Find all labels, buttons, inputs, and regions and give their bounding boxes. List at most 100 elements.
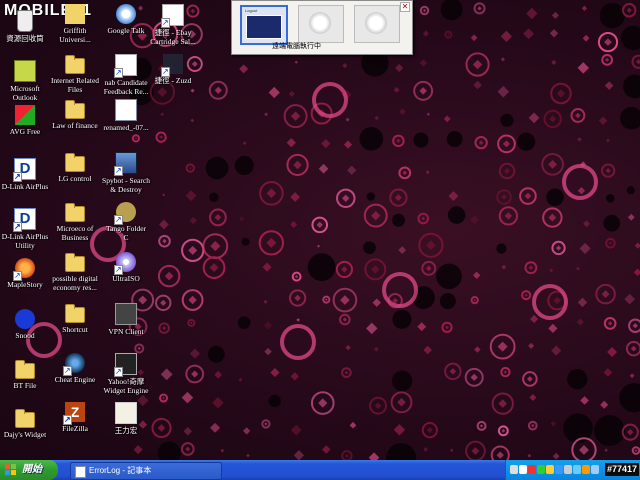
wang-icon [115, 402, 137, 424]
desktop-icon-shortcut-folder[interactable]: Shortcut [46, 303, 104, 347]
close-icon[interactable]: ✕ [400, 2, 410, 12]
clock: #77417 [604, 463, 639, 476]
logout-label: Logout [245, 8, 258, 13]
desktop-icon-label-line: Law of finance [52, 121, 98, 130]
desktop-icon-label: Internet Related Files [46, 76, 104, 94]
desktop-icon-label-line: FileZilla [62, 424, 88, 433]
folder-icon [65, 253, 85, 272]
folder-icon [15, 409, 35, 428]
desktop-icon-label-line: Files [67, 85, 83, 94]
snood-icon [15, 309, 35, 329]
folder-icon [15, 360, 35, 379]
usb-icon[interactable] [591, 465, 599, 474]
screen-icon [246, 15, 282, 39]
desktop[interactable]: MOBILE01 資源回收筒 Griffith Universi... Google … [0, 0, 640, 460]
shield-icon[interactable] [546, 465, 554, 474]
desktop-icon-yahoo-widget-engine[interactable]: Yahoo!奇摩Widget Engine [97, 353, 155, 397]
taskbar-button-label: ErrorLog - 記事本 [89, 466, 152, 475]
desktop-icon-label: FileZilla [46, 424, 104, 433]
griffith-icon [65, 4, 85, 24]
folder-icon [65, 203, 85, 222]
desktop-icon-label-line: VPN Client [108, 327, 144, 336]
zuzd-icon [161, 54, 183, 77]
eject-thumbnail[interactable] [354, 5, 400, 43]
remote-session-popup: Logout 遠端電腦執行中 ✕ [231, 0, 413, 55]
windows-flag-icon [5, 464, 16, 475]
desktop-icon-microeco-of-business[interactable]: Microeco of Business [46, 202, 104, 246]
desktop-icon-label-line: Griffith [63, 26, 87, 35]
folder-icon [65, 55, 85, 74]
desktop-icon-label: Microeco of Business [46, 224, 104, 242]
desktop-icon-label-line: Universi... [59, 35, 91, 44]
desktop-icon-vpn-client[interactable]: VPN Client [97, 303, 155, 347]
gtalk-icon [116, 4, 136, 24]
desktop-icon-label: VPN Client [97, 327, 155, 336]
desktop-icon-label: LG control [46, 174, 104, 183]
desktop-icon-ebay-shortcut[interactable]: 捷徑 - EbayCartridge Sal... [144, 4, 202, 48]
nab-icon [114, 54, 137, 78]
taskbar-button-errorlog[interactable]: ErrorLog - 記事本 [70, 462, 222, 480]
spy-icon [114, 152, 137, 176]
desktop-icon-spybot[interactable]: Spybot - Search& Destroy [97, 152, 155, 196]
desktop-icon-filezilla[interactable]: ZFileZilla [46, 402, 104, 446]
desktop-icon-label: Yahoo!奇摩 Widget Engine [97, 377, 155, 395]
desktop-icon-possible-digital-economy[interactable]: possible digital economy res... [46, 252, 104, 296]
cheat-icon [63, 353, 85, 376]
messenger-icon[interactable] [555, 465, 563, 474]
desktop-icon-cheat-engine[interactable]: Cheat Engine [46, 353, 104, 397]
security-icon[interactable] [528, 465, 536, 474]
desktop-icon-ultraiso[interactable]: UltraISO [97, 252, 155, 296]
desktop-icon-label-line: Business [61, 233, 89, 242]
desktop-icon-label: Cheat Engine [46, 375, 104, 384]
desktop-icon-label: 捷徑 - Ebay Cartridge Sal... [144, 28, 202, 46]
desktop-icon-label-line: 捷徑 - Ebay [154, 28, 192, 37]
desktop-icon-law-of-finance[interactable]: Law of finance [46, 99, 104, 143]
power-icon[interactable] [564, 465, 572, 474]
uiso-icon [114, 252, 136, 275]
desktop-icon-griffith[interactable]: Griffith Universi... [46, 4, 104, 48]
system-tray: #77417 [505, 460, 640, 480]
desktop-icon-label: Law of finance [46, 121, 104, 130]
volume-icon[interactable] [519, 465, 527, 474]
desktop-icon-tango-folder[interactable]: Tango FolderC [97, 202, 155, 246]
start-label: 開始 [22, 464, 42, 475]
desktop-icon-label-line: possible digital [52, 274, 98, 283]
vpn-icon [115, 303, 137, 325]
notepad-icon [75, 466, 86, 478]
network-icon[interactable] [510, 465, 518, 474]
disconnect-thumbnail[interactable] [298, 5, 344, 43]
desktop-icon-label: Shortcut [46, 325, 104, 334]
chat-icon[interactable] [573, 465, 581, 474]
desktop-icon-lg-control[interactable]: LG control [46, 152, 104, 196]
update-icon[interactable] [537, 465, 545, 474]
antivirus-icon[interactable] [582, 465, 590, 474]
desktop-icon-label-line: Shortcut [62, 325, 88, 334]
recycle-icon [17, 10, 33, 32]
desktop-icon-label-line: Tango Folder [105, 224, 147, 233]
yahoo-icon [114, 353, 137, 377]
dlink-icon: D [13, 208, 36, 232]
desktop-icon-label-line: Cheat Engine [54, 375, 96, 384]
usb-eject-icon [365, 12, 387, 34]
desktop-icon-renamed-file[interactable]: renamed_-07... [97, 99, 155, 143]
desktop-icon-label: renamed_-07... [97, 123, 155, 132]
start-button[interactable]: 開始 [0, 460, 58, 480]
usb-drive-icon [309, 12, 331, 34]
dlink-icon: D [13, 158, 36, 182]
tango-icon [114, 202, 136, 225]
outlook-icon [14, 60, 36, 82]
desktop-icon-label: Spybot - Search & Destroy [97, 176, 155, 194]
desktop-icon-zuzd-shortcut[interactable]: 捷徑 - Zuzd [144, 54, 202, 98]
logout-thumbnail[interactable]: Logout [240, 5, 288, 45]
popup-caption: 遠端電腦執行中 [272, 43, 321, 50]
desktop-icon-label-line: renamed_-07... [103, 123, 149, 132]
desktop-icon-label-line: UltraISO [112, 274, 140, 283]
desktop-icon-label-line: Spybot - Search [102, 176, 150, 185]
fz-icon: Z [63, 402, 85, 425]
desktop-icon-label-line: 王力宏 [114, 426, 138, 435]
desktop-icon-label: 王力宏 [97, 426, 155, 435]
desktop-icon-label-line: LG control [58, 174, 92, 183]
avg-icon [15, 105, 35, 125]
desktop-icon-wang-lihong[interactable]: 王力宏 [97, 402, 155, 446]
desktop-icon-internet-related-files[interactable]: Internet Related Files [46, 54, 104, 98]
